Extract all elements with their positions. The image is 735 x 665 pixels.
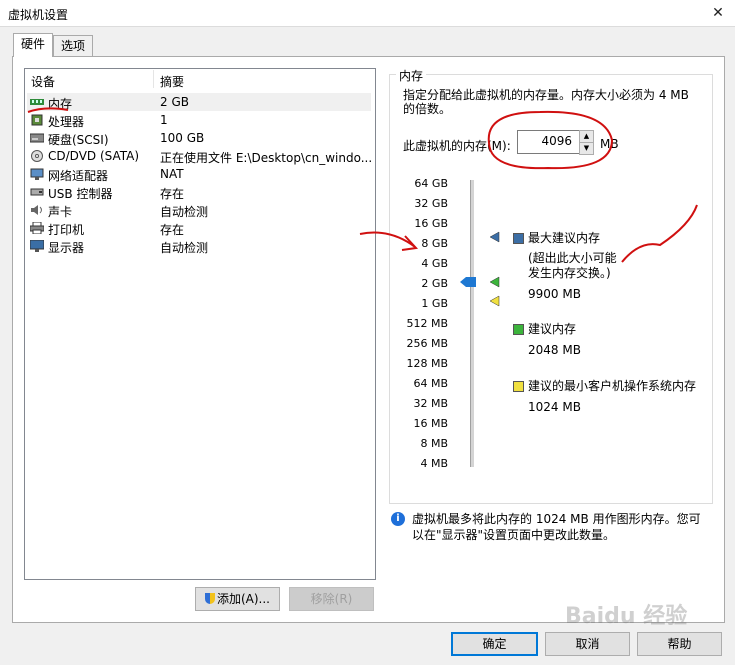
scale-label: 16 MB: [413, 417, 448, 430]
device-name: 硬盘(SCSI): [48, 133, 109, 147]
recommended-legend-value: 2048 MB: [528, 343, 581, 357]
device-summary: 存在: [160, 187, 185, 201]
device-summary: 正在使用文件 E:\Desktop\cn_windo...: [160, 151, 373, 165]
list-item-memory[interactable]: 内存 2 GB: [27, 93, 371, 111]
scale-label: 128 MB: [406, 357, 448, 370]
device-name: 处理器: [48, 115, 85, 129]
max-legend-icon: [513, 233, 524, 244]
scale-label: 16 GB: [414, 217, 448, 230]
minimum-legend-value: 1024 MB: [528, 400, 581, 414]
scale-label: 2 GB: [421, 277, 448, 290]
list-item-cdrom[interactable]: CD/DVD (SATA) 正在使用文件 E:\Desktop\cn_windo…: [27, 147, 373, 165]
device-name: 内存: [48, 97, 73, 111]
scale-label: 64 GB: [414, 177, 448, 190]
list-item-usb[interactable]: USB 控制器 存在: [27, 183, 371, 201]
memory-group-title: 内存: [396, 67, 427, 84]
close-icon[interactable]: ✕: [704, 0, 732, 26]
sound-icon: [31, 205, 42, 215]
scale-label: 8 GB: [421, 237, 448, 250]
harddisk-icon: [30, 133, 44, 143]
scale-label: 32 GB: [414, 197, 448, 210]
usb-icon: [30, 188, 44, 196]
minimum-legend-icon: [513, 381, 524, 392]
spin-down-icon[interactable]: ▼: [579, 142, 594, 155]
list-item-printer[interactable]: 打印机 存在: [27, 219, 371, 237]
device-summary: NAT: [160, 167, 184, 181]
cancel-button[interactable]: 取消: [545, 632, 630, 656]
list-item-sound[interactable]: 声卡 自动检测: [27, 201, 371, 219]
device-name: 声卡: [48, 205, 73, 219]
shield-icon: [204, 593, 215, 604]
ok-button[interactable]: 确定: [451, 632, 538, 656]
device-summary: 存在: [160, 223, 185, 237]
scale-label: 4 GB: [421, 257, 448, 270]
cpu-icon: [31, 114, 43, 126]
display-icon: [30, 240, 44, 252]
device-name: 网络适配器: [48, 169, 109, 183]
scale-label: 32 MB: [413, 397, 448, 410]
memory-field-label: 此虚拟机的内存(M):: [403, 139, 511, 153]
memory-unit: MB: [600, 137, 619, 151]
minimum-legend-title: 建议的最小客户机操作系统内存: [528, 379, 697, 393]
remove-button[interactable]: 移除(R): [289, 587, 374, 611]
list-item-network[interactable]: 网络适配器 NAT: [27, 165, 371, 183]
device-summary: 100 GB: [160, 131, 205, 145]
scale-label: 64 MB: [413, 377, 448, 390]
max-legend-title: 最大建议内存: [528, 231, 601, 245]
device-name: USB 控制器: [48, 187, 113, 201]
watermark: Baidu 经验: [565, 604, 688, 629]
add-button[interactable]: 添加(A)...: [195, 587, 280, 611]
max-legend-note-2: 发生内存交换。): [528, 266, 611, 280]
recommended-legend-title: 建议内存: [528, 322, 577, 336]
printer-icon: [30, 222, 44, 234]
memory-icon: [30, 99, 44, 105]
column-header-summary[interactable]: 摘要: [160, 73, 184, 90]
cdrom-icon: [31, 150, 43, 162]
window-title: 虚拟机设置: [8, 8, 69, 22]
scale-label: 256 MB: [406, 337, 448, 350]
tab-hardware[interactable]: 硬件: [13, 33, 53, 57]
column-header-device[interactable]: 设备: [31, 73, 55, 90]
device-summary: 2 GB: [160, 95, 189, 109]
list-item-harddisk[interactable]: 硬盘(SCSI) 100 GB: [27, 129, 371, 147]
device-summary: 自动检测: [160, 241, 209, 255]
list-item-cpu[interactable]: 处理器 1: [27, 111, 371, 129]
memory-slider-track[interactable]: [470, 180, 474, 467]
scale-label: 512 MB: [406, 317, 448, 330]
memory-input-value: 4096: [541, 134, 572, 148]
device-summary: 1: [160, 113, 168, 127]
device-summary: 自动检测: [160, 205, 209, 219]
scale-label: 8 MB: [420, 437, 448, 450]
max-legend-value: 9900 MB: [528, 287, 581, 301]
info-icon: i: [391, 512, 405, 526]
device-name: 显示器: [48, 241, 85, 255]
help-button[interactable]: 帮助: [637, 632, 722, 656]
list-item-display[interactable]: 显示器 自动检测: [27, 237, 371, 255]
memory-input[interactable]: 4096: [517, 130, 581, 154]
max-legend-note-1: (超出此大小可能: [528, 251, 617, 265]
title-bar: [0, 0, 735, 27]
add-button-label: 添加(A)...: [216, 592, 271, 606]
recommended-legend-icon: [513, 324, 524, 335]
tab-options[interactable]: 选项: [53, 35, 93, 56]
device-name: CD/DVD (SATA): [48, 149, 140, 163]
graphics-memory-note: 虚拟机最多将此内存的 1024 MB 用作图形内存。您可以在"显示器"设置页面中…: [412, 512, 701, 542]
memory-spinner[interactable]: ▲ ▼: [579, 130, 594, 155]
network-icon: [30, 168, 44, 180]
header-divider: [153, 70, 154, 88]
memory-description: 指定分配给此虚拟机的内存量。内存大小必须为 4 MB 的倍数。: [403, 88, 689, 116]
device-name: 打印机: [48, 223, 85, 237]
scale-label: 4 MB: [420, 457, 448, 470]
scale-label: 1 GB: [421, 297, 448, 310]
